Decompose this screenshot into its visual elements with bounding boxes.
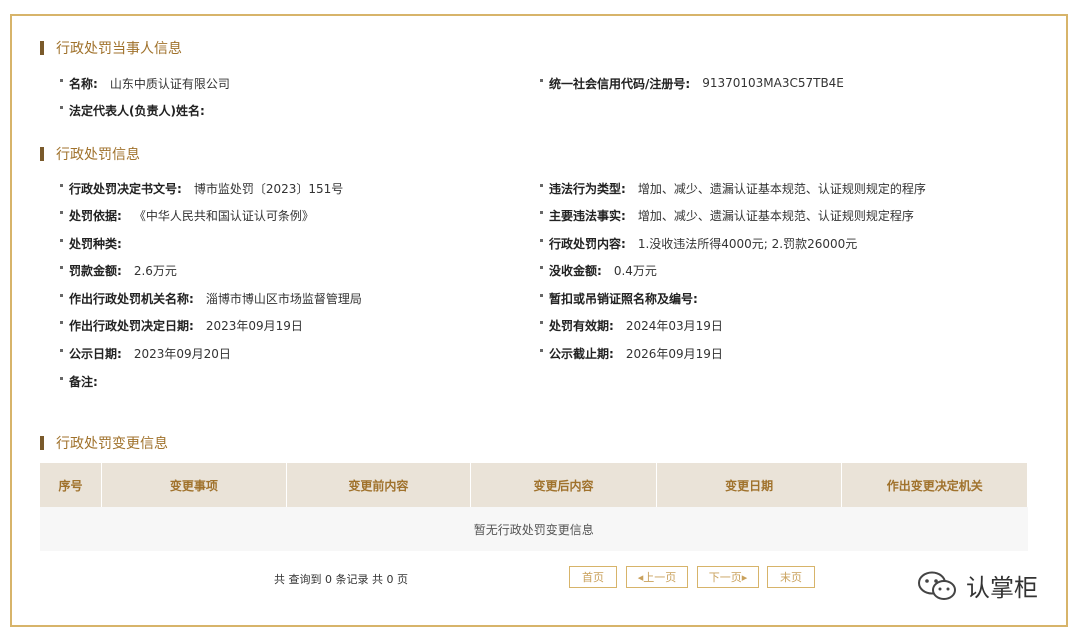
field-label: 行政处罚内容:	[549, 236, 626, 251]
field-label: 法定代表人(负责人)姓名:	[69, 103, 205, 118]
pager-info: 共 查询到 0 条记录 共 0 页	[274, 573, 408, 586]
header-cell: 变更前内容	[286, 463, 472, 507]
field-label: 违法行为类型:	[549, 181, 626, 196]
penalty-right-0: 违法行为类型: 增加、减少、遗漏认证基本规范、认证规则规定的程序	[540, 179, 926, 197]
header-cell: 作出变更决定机关	[841, 463, 1028, 507]
field-value: 增加、减少、遗漏认证基本规范、认证规则规定的程序	[637, 181, 926, 196]
penalty-left-1: 处罚依据: 《中华人民共和国认证认可条例》	[60, 206, 314, 224]
field-name: 名称: 山东中质认证有限公司	[60, 74, 230, 92]
section-title-changes: 行政处罚变更信息	[40, 433, 168, 453]
field-legal-rep: 法定代表人(负责人)姓名:	[60, 101, 217, 119]
watermark: 认掌柜	[916, 568, 1038, 603]
field-label: 名称:	[69, 76, 98, 91]
penalty-right-5: 处罚有效期: 2024年03月19日	[540, 316, 723, 334]
last-page-button[interactable]: 末页	[767, 566, 815, 588]
table-row: 暂无行政处罚变更信息	[40, 507, 1028, 551]
field-label: 没收金额:	[549, 263, 602, 278]
penalty-left-6: 公示日期: 2023年09月20日	[60, 344, 231, 362]
field-value: 淄博市博山区市场监督管理局	[205, 291, 362, 306]
header-cell: 变更事项	[101, 463, 287, 507]
bullet-icon	[60, 265, 63, 269]
penalty-right-6: 公示截止期: 2026年09月19日	[540, 344, 723, 362]
table-header-row: 序号 变更事项 变更前内容 变更后内容 变更日期 作出变更决定机关	[40, 463, 1028, 507]
bullet-icon	[60, 320, 63, 324]
field-value: 1.没收违法所得4000元; 2.罚款26000元	[637, 236, 858, 251]
bullet-icon	[60, 348, 63, 352]
section-title-penalty: 行政处罚信息	[40, 144, 140, 164]
field-value: 2023年09月19日	[205, 318, 303, 333]
penalty-left-5: 作出行政处罚决定日期: 2023年09月19日	[60, 316, 303, 334]
field-value: 2024年03月19日	[625, 318, 723, 333]
field-label: 公示截止期:	[549, 346, 614, 361]
next-page-button[interactable]: 下一页▸	[697, 566, 759, 588]
section-title-party: 行政处罚当事人信息	[40, 38, 182, 58]
header-cell: 变更后内容	[470, 463, 657, 507]
bullet-icon	[60, 183, 63, 187]
wechat-icon	[918, 571, 956, 600]
field-label: 处罚有效期:	[549, 318, 614, 333]
bullet-icon	[540, 320, 543, 324]
field-value: 增加、减少、遗漏认证基本规范、认证规则规定程序	[637, 208, 914, 223]
bullet-icon	[540, 238, 543, 242]
penalty-right-4: 暂扣或吊销证照名称及编号:	[540, 289, 710, 307]
bullet-icon	[60, 78, 63, 82]
field-label: 公示日期:	[69, 346, 122, 361]
bullet-icon	[60, 210, 63, 214]
section-title-text: 行政处罚当事人信息	[56, 41, 182, 57]
changes-table: 序号 变更事项 变更前内容 变更后内容 变更日期 作出变更决定机关 暂无行政处罚…	[40, 463, 1028, 551]
section-title-text: 行政处罚变更信息	[56, 436, 168, 452]
field-label: 行政处罚决定书文号:	[69, 181, 182, 196]
field-label: 主要违法事实:	[549, 208, 626, 223]
section-marker	[40, 436, 44, 450]
field-label: 处罚依据:	[69, 208, 122, 223]
bullet-icon	[540, 348, 543, 352]
bullet-icon	[540, 210, 543, 214]
bullet-icon	[60, 105, 63, 109]
bullet-icon	[540, 293, 543, 297]
section-marker	[40, 41, 44, 55]
watermark-text: 认掌柜	[966, 574, 1038, 602]
penalty-left-3: 罚款金额: 2.6万元	[60, 261, 177, 279]
field-label: 罚款金额:	[69, 263, 122, 278]
penalty-right-1: 主要违法事实: 增加、减少、遗漏认证基本规范、认证规则规定程序	[540, 206, 914, 224]
bullet-icon	[540, 265, 543, 269]
prev-page-button[interactable]: ◂上一页	[626, 566, 688, 588]
field-label: 暂扣或吊销证照名称及编号:	[549, 291, 698, 306]
section-title-text: 行政处罚信息	[56, 147, 140, 163]
penalty-right-2: 行政处罚内容: 1.没收违法所得4000元; 2.罚款26000元	[540, 234, 857, 252]
field-value: 2026年09月19日	[625, 346, 723, 361]
field-value: 《中华人民共和国认证认可条例》	[133, 208, 314, 223]
bullet-icon	[60, 376, 63, 380]
penalty-left-4: 作出行政处罚机关名称: 淄博市博山区市场监督管理局	[60, 289, 362, 307]
field-value: 博市监处罚〔2023〕151号	[193, 181, 344, 196]
field-value: 2023年09月20日	[133, 346, 231, 361]
field-label: 作出行政处罚决定日期:	[69, 318, 194, 333]
penalty-right-3: 没收金额: 0.4万元	[540, 261, 657, 279]
bullet-icon	[60, 238, 63, 242]
field-label: 备注:	[69, 374, 98, 389]
bullet-icon	[60, 293, 63, 297]
penalty-left-7: 备注:	[60, 372, 110, 390]
empty-message: 暂无行政处罚变更信息	[40, 507, 1028, 551]
field-label: 统一社会信用代码/注册号:	[549, 76, 691, 91]
field-label: 作出行政处罚机关名称:	[69, 291, 194, 306]
penalty-left-2: 处罚种类:	[60, 234, 134, 252]
bullet-icon	[540, 78, 543, 82]
field-value: 2.6万元	[133, 263, 177, 278]
field-value: 91370103MA3C57TB4E	[702, 76, 844, 90]
field-label: 处罚种类:	[69, 236, 122, 251]
header-cell: 序号	[40, 463, 103, 507]
field-credit-code: 统一社会信用代码/注册号: 91370103MA3C57TB4E	[540, 74, 844, 92]
section-marker	[40, 147, 44, 161]
bullet-icon	[540, 183, 543, 187]
first-page-button[interactable]: 首页	[569, 566, 617, 588]
penalty-left-0: 行政处罚决定书文号: 博市监处罚〔2023〕151号	[60, 179, 343, 197]
field-value: 0.4万元	[613, 263, 657, 278]
field-value: 山东中质认证有限公司	[109, 76, 230, 91]
header-cell: 变更日期	[656, 463, 843, 507]
